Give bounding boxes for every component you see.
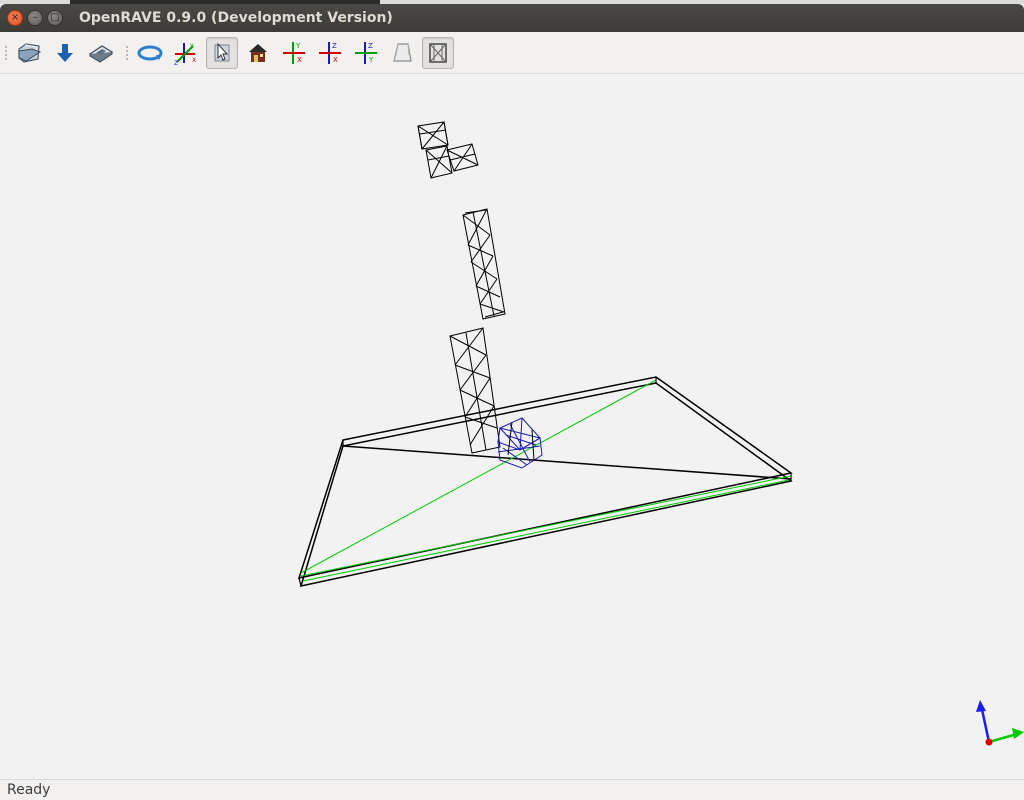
svg-text:Z: Z: [368, 42, 373, 50]
select-pointer-button[interactable]: [206, 36, 238, 69]
load-button[interactable]: [49, 37, 81, 69]
upper-arm-link-wireframe[interactable]: [449, 327, 501, 454]
home-button[interactable]: [242, 37, 274, 69]
perspective-box-icon: [393, 42, 412, 62]
x-axis-line: [988, 732, 1018, 744]
toolbar-grip[interactable]: [5, 45, 9, 60]
toolbar: Y Z X Y X Z X Z Y: [0, 32, 1024, 74]
svg-text:Z: Z: [332, 42, 337, 50]
axes-zxy-button[interactable]: Y Z X: [170, 37, 202, 69]
svg-text:Z: Z: [174, 60, 178, 66]
gripper-wireframe[interactable]: [417, 121, 479, 179]
svg-text:X: X: [297, 56, 302, 64]
svg-text:Y: Y: [295, 42, 301, 50]
axis-gizmo: [976, 700, 1024, 746]
x-axis-arrow: [1012, 728, 1024, 739]
scene-canvas[interactable]: [0, 75, 1024, 779]
close-window-button[interactable]: ×: [7, 10, 23, 26]
minimize-window-button[interactable]: –: [27, 10, 43, 26]
svg-text:X: X: [192, 57, 196, 64]
view-zx-button[interactable]: Z X: [314, 37, 346, 69]
wireframe-toggle-button[interactable]: [422, 36, 454, 69]
view-xy-button[interactable]: Y X: [278, 37, 310, 69]
svg-text:Y: Y: [368, 56, 374, 64]
forearm-link-wireframe[interactable]: [462, 208, 506, 320]
maximize-window-button[interactable]: □: [47, 10, 63, 26]
view-zy-button[interactable]: Z Y: [350, 37, 382, 69]
wireframe-toggle-icon: [429, 42, 447, 63]
select-pointer-icon: [214, 42, 230, 61]
view-zx-icon: Z X: [319, 41, 341, 64]
table-wireframe[interactable]: [297, 376, 793, 587]
origin-point: [985, 738, 993, 746]
title-bar[interactable]: × – □ OpenRAVE 0.9.0 (Development Versio…: [0, 4, 1024, 32]
window-controls: × – □: [7, 10, 63, 26]
home-icon: [249, 43, 267, 62]
axes-zxy-icon: Y Z X: [174, 42, 196, 66]
3d-viewer[interactable]: [0, 75, 1024, 779]
view-zy-icon: Z Y: [355, 41, 377, 64]
svg-text:Y: Y: [189, 43, 194, 50]
window-title: OpenRAVE 0.9.0 (Development Version): [79, 10, 393, 26]
save-button[interactable]: [85, 37, 117, 69]
rotate-view-icon: [137, 45, 163, 60]
openrave-window: × – □ OpenRAVE 0.9.0 (Development Versio…: [0, 0, 1024, 800]
toolbar-grip-2[interactable]: [126, 45, 130, 60]
open-file-button[interactable]: [13, 37, 45, 69]
svg-text:X: X: [333, 56, 338, 64]
status-bar: Ready: [0, 779, 1024, 800]
view-xy-icon: Y X: [283, 41, 305, 64]
z-axis-arrow: [976, 700, 986, 712]
download-arrow-icon: [57, 43, 73, 62]
save-icon: [88, 44, 114, 63]
open-file-icon: [18, 42, 42, 63]
status-text: Ready: [7, 782, 51, 798]
perspective-button[interactable]: [386, 37, 418, 69]
rotate-view-button[interactable]: [134, 37, 166, 69]
